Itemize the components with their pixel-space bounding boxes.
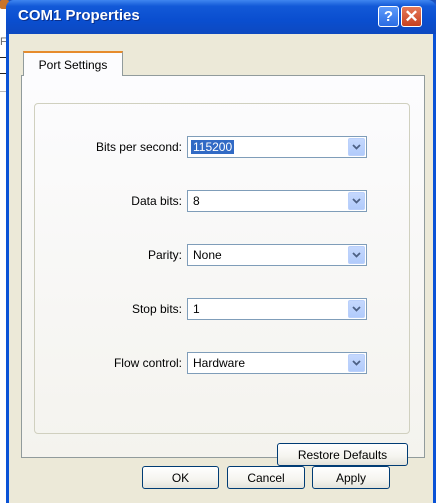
flow-control-label: Flow control: [113,356,182,370]
bits-per-second-label: Bits per second: [95,140,182,154]
stop-bits-label: Stop bits: [131,302,182,316]
parity-value: None [193,248,222,262]
flow-control-select[interactable]: Hardware [187,352,367,374]
chevron-down-icon[interactable] [348,246,365,264]
port-settings-panel: Bits per second: 115200 Data bits: 8 Par… [21,75,425,466]
chevron-down-icon[interactable] [348,354,365,372]
flow-control-value: Hardware [193,356,246,370]
title-bar[interactable]: COM1 Properties ? ✕ [6,0,436,34]
close-icon: ✕ [404,6,419,26]
dialog-body: Port Settings Bits per second: 115200 Da… [9,34,433,503]
chevron-down-icon[interactable] [348,300,365,318]
restore-defaults-button[interactable]: Restore Defaults [277,443,408,466]
parity-row: Parity: None [35,244,409,266]
data-bits-select[interactable]: 8 [187,190,367,212]
stop-bits-select[interactable]: 1 [187,298,367,320]
cancel-button[interactable]: Cancel [227,466,305,489]
bits-per-second-value: 115200 [191,140,235,154]
data-bits-row: Data bits: 8 [35,190,409,212]
chevron-down-icon[interactable] [348,192,365,210]
help-icon: ? [383,8,394,25]
help-button[interactable]: ? [378,6,399,27]
bits-per-second-select[interactable]: 115200 [187,136,367,158]
close-button[interactable]: ✕ [401,6,422,27]
data-bits-label: Data bits: [131,194,182,208]
flow-control-row: Flow control: Hardware [35,352,409,374]
stop-bits-value: 1 [193,302,200,316]
com1-properties-dialog: COM1 Properties ? ✕ Port Settings Bits p… [6,0,436,503]
chevron-down-icon[interactable] [348,138,365,156]
data-bits-value: 8 [193,194,200,208]
apply-button[interactable]: Apply [312,466,390,489]
tab-port-settings[interactable]: Port Settings [23,51,123,76]
bits-per-second-row: Bits per second: 115200 [35,136,409,158]
settings-group: Bits per second: 115200 Data bits: 8 Par… [34,103,410,434]
ok-button[interactable]: OK [142,466,219,489]
window-title: COM1 Properties [18,7,140,24]
parity-select[interactable]: None [187,244,367,266]
parity-label: Parity: [147,248,182,262]
stop-bits-row: Stop bits: 1 [35,298,409,320]
